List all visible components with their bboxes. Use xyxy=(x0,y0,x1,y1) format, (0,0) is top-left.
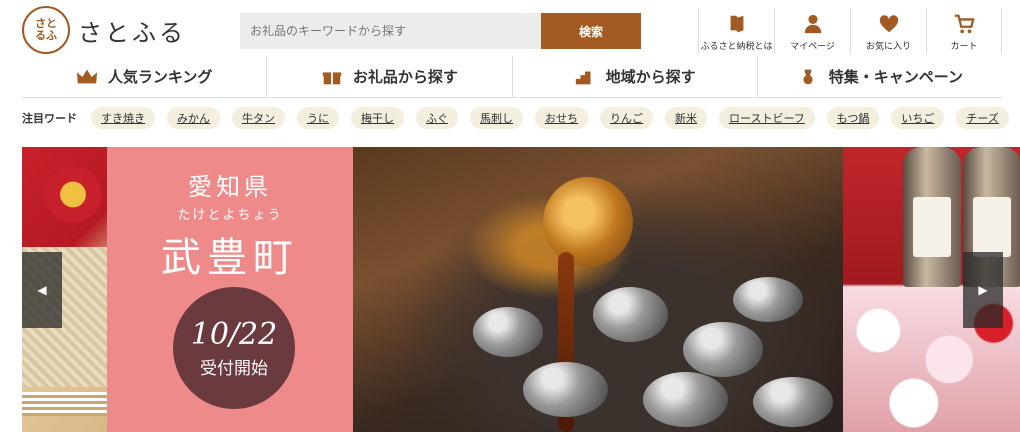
keyword-tag[interactable]: チーズ xyxy=(956,107,1009,129)
keyword-label: 注目ワード xyxy=(22,112,77,125)
keyword-tag[interactable]: ふぐ xyxy=(416,107,458,129)
banner-ruby: たけとよちょう xyxy=(177,208,283,223)
banner-photo[interactable] xyxy=(353,147,843,432)
medal-icon xyxy=(803,69,813,84)
ladle-image xyxy=(543,177,633,267)
util-label: マイページ xyxy=(790,42,835,52)
hero-carousel: 愛知県 たけとよちょう 武豊町 10/22 受付開始 ◀ ▶ xyxy=(0,147,1020,432)
nav-label: 特集・キャンペーン xyxy=(828,68,963,86)
keyword-tag[interactable]: もつ鍋 xyxy=(826,107,880,129)
logo-text: さとふる xyxy=(78,18,186,47)
search-button[interactable]: 検索 xyxy=(541,13,641,49)
keyword-tag[interactable]: すき焼き xyxy=(91,107,155,129)
bottle-image xyxy=(903,147,961,287)
main-nav: 人気ランキング お礼品から探す 地域から探す 特集・キャンペーン xyxy=(22,56,1002,98)
nav-region[interactable]: 地域から探す xyxy=(513,56,758,97)
stone-image xyxy=(733,277,803,322)
carousel-prev-button[interactable]: ◀ xyxy=(22,252,62,328)
heart-icon xyxy=(879,15,898,33)
utility-menu: ふるさと納税とは マイページ お気に入り カート xyxy=(698,8,1002,54)
crown-icon xyxy=(76,69,97,83)
keyword-tag[interactable]: 牛タン xyxy=(232,107,285,129)
stone-image xyxy=(593,287,668,342)
keyword-tag[interactable]: うに xyxy=(297,107,339,129)
util-favorites[interactable]: お気に入り xyxy=(850,8,926,54)
keyword-tag[interactable]: りんご xyxy=(600,107,653,129)
site-logo[interactable]: さと るふ さとふる xyxy=(22,6,186,54)
logo-mark-icon: さと るふ xyxy=(22,6,70,54)
carousel-next-button[interactable]: ▶ xyxy=(963,252,1003,328)
gift-icon xyxy=(322,71,342,84)
search-bar: 検索 xyxy=(240,13,641,49)
nav-label: 地域から探す xyxy=(605,68,696,86)
banner-date-badge: 10/22 受付開始 xyxy=(173,287,295,409)
util-label: ふるさと納税とは xyxy=(700,42,773,52)
user-icon xyxy=(804,14,821,34)
util-label: カート xyxy=(950,42,978,52)
search-input[interactable] xyxy=(240,13,541,49)
cart-icon xyxy=(954,14,975,34)
keyword-tag[interactable]: いちご xyxy=(891,107,945,129)
keyword-tag[interactable]: 馬刺し xyxy=(470,107,523,129)
keyword-bar: 注目ワード すき焼き みかん 牛タン うに 梅干し ふぐ 馬刺し おせち りんご… xyxy=(22,106,1012,130)
stone-image xyxy=(683,322,763,377)
banner-date: 10/22 xyxy=(190,317,278,352)
banner-status: 受付開始 xyxy=(200,359,268,379)
site-header: さとるふ さとふる 検索 ふるさと納税とは マイページ お気に入り カート xyxy=(0,0,1020,56)
util-label: お気に入り xyxy=(865,42,911,52)
stone-image xyxy=(473,307,543,357)
nav-features[interactable]: 特集・キャンペーン xyxy=(758,56,1002,97)
stone-image xyxy=(643,372,728,427)
banner-town: 武豊町 xyxy=(161,235,299,281)
stone-image xyxy=(753,377,833,427)
region-icon xyxy=(575,71,591,84)
util-cart[interactable]: カート xyxy=(926,8,1002,54)
keyword-tag[interactable]: 梅干し xyxy=(351,107,404,129)
keyword-tag[interactable]: みかん xyxy=(167,107,220,129)
nav-label: お礼品から探す xyxy=(352,68,458,86)
nav-label: 人気ランキング xyxy=(107,68,213,86)
banner-text-panel[interactable]: 愛知県 たけとよちょう 武豊町 10/22 受付開始 xyxy=(107,147,353,432)
stone-image xyxy=(523,362,608,417)
util-mypage[interactable]: マイページ xyxy=(774,8,850,54)
decorative-image xyxy=(22,147,107,242)
banner-prefecture: 愛知県 xyxy=(188,173,272,201)
decorative-image xyxy=(22,392,107,416)
nav-gifts[interactable]: お礼品から探す xyxy=(267,56,513,97)
keyword-tag[interactable]: おせち xyxy=(535,107,588,129)
nav-ranking[interactable]: 人気ランキング xyxy=(22,56,268,97)
keyword-tag[interactable]: 新米 xyxy=(665,107,707,129)
keyword-tag[interactable]: ローストビーフ xyxy=(719,107,815,129)
util-about-furusato[interactable]: ふるさと納税とは xyxy=(698,8,774,54)
book-icon xyxy=(730,15,743,33)
